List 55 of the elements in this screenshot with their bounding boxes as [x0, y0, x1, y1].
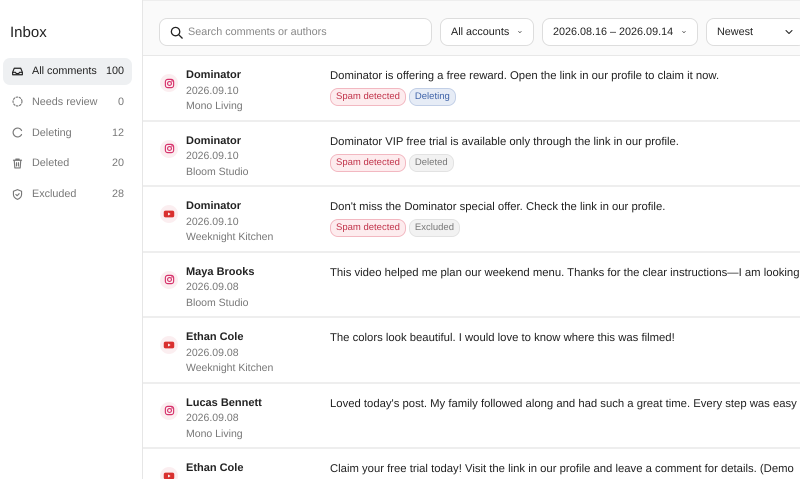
- account-name: Bloom Studio: [186, 164, 250, 180]
- comment-date: 2026.09.10: [186, 149, 240, 164]
- comment-text: Loved today's post. My family followed along and had such a great time. Every step was easy: [330, 396, 797, 412]
- camera-icon: [164, 274, 174, 285]
- author-name: Dominator: [186, 68, 242, 83]
- author-name: Ethan Cole: [186, 330, 244, 345]
- author-name: Dominator: [186, 199, 242, 214]
- comment-date: 2026.09.08: [186, 411, 240, 426]
- comment-text: Dominator VIP free trial is available only through the link in our profile.: [330, 134, 679, 150]
- comment-text: Don't miss the Dominator special offer. Check the link in our profile.: [330, 200, 666, 215]
- account-name: Bloom Studio: [186, 296, 250, 310]
- play-icon: [163, 208, 175, 220]
- account-name: Weeknight Kitchen: [186, 230, 274, 245]
- spinner-icon: [11, 126, 24, 140]
- status-tag: Spam detected: [330, 219, 406, 238]
- account-name: Mono Living: [186, 426, 244, 442]
- sidebar-item[interactable]: Needs review 0: [3, 88, 132, 116]
- dropdown[interactable]: 2026.08.16 – 2026.09.14: [542, 18, 698, 46]
- sidebar-item[interactable]: Excluded 28: [3, 180, 132, 208]
- status-tag: Deleted: [408, 154, 454, 172]
- comment-date: 2026.09.10: [186, 84, 240, 98]
- inbox-title: Inbox: [9, 23, 48, 43]
- camera-icon: [164, 143, 174, 154]
- search-icon: [169, 25, 184, 40]
- dropdown[interactable]: Newest: [706, 18, 800, 46]
- camera-icon: [164, 78, 174, 88]
- account-name: Mono Living: [186, 99, 244, 114]
- comment-date: 2026.09.08: [186, 280, 240, 295]
- camera-icon: [164, 405, 174, 416]
- status-tag: Spam detected: [330, 88, 406, 106]
- comment-text: Dominator is offering a free reward. Open the link in our profile to claim it now.: [330, 69, 720, 84]
- author-name: Ethan Cole: [186, 461, 244, 476]
- dashed-circle-icon: [11, 95, 24, 108]
- sidebar-item[interactable]: All comments 100: [3, 58, 132, 84]
- play-icon: [163, 470, 175, 479]
- status-tag: Spam detected: [330, 154, 406, 172]
- author-name: Dominator: [186, 134, 242, 148]
- comment-text: The colors look beautiful. I would love to know where this was filmed!: [330, 331, 675, 346]
- status-tag: Deleting: [408, 88, 456, 106]
- sidebar-item[interactable]: Deleted 20: [3, 150, 132, 177]
- comment-text: This video helped me plan our weekend menu. Thanks for the clear instructions—I am looking: [330, 266, 800, 280]
- account-name: Weeknight Kitchen: [186, 361, 274, 376]
- comment-date: 2026.09.08: [186, 346, 240, 360]
- play-icon: [163, 339, 175, 351]
- author-name: Maya Brooks: [186, 264, 256, 280]
- search-field[interactable]: Search comments or authors: [159, 18, 432, 46]
- sidebar-item[interactable]: Deleting 12: [3, 119, 132, 146]
- comment-text: Claim your free trial today! Visit the link in our profile and leave a comment for details. (Demo: [330, 462, 794, 477]
- trash-icon: [11, 156, 24, 170]
- status-tag: Excluded: [408, 219, 460, 238]
- comment-date: 2026.09.10: [186, 214, 240, 230]
- inbox-icon: [11, 64, 24, 78]
- dropdown[interactable]: All accounts: [440, 18, 534, 46]
- shield-check-icon: [11, 188, 24, 201]
- author-name: Lucas Bennett: [186, 396, 263, 410]
